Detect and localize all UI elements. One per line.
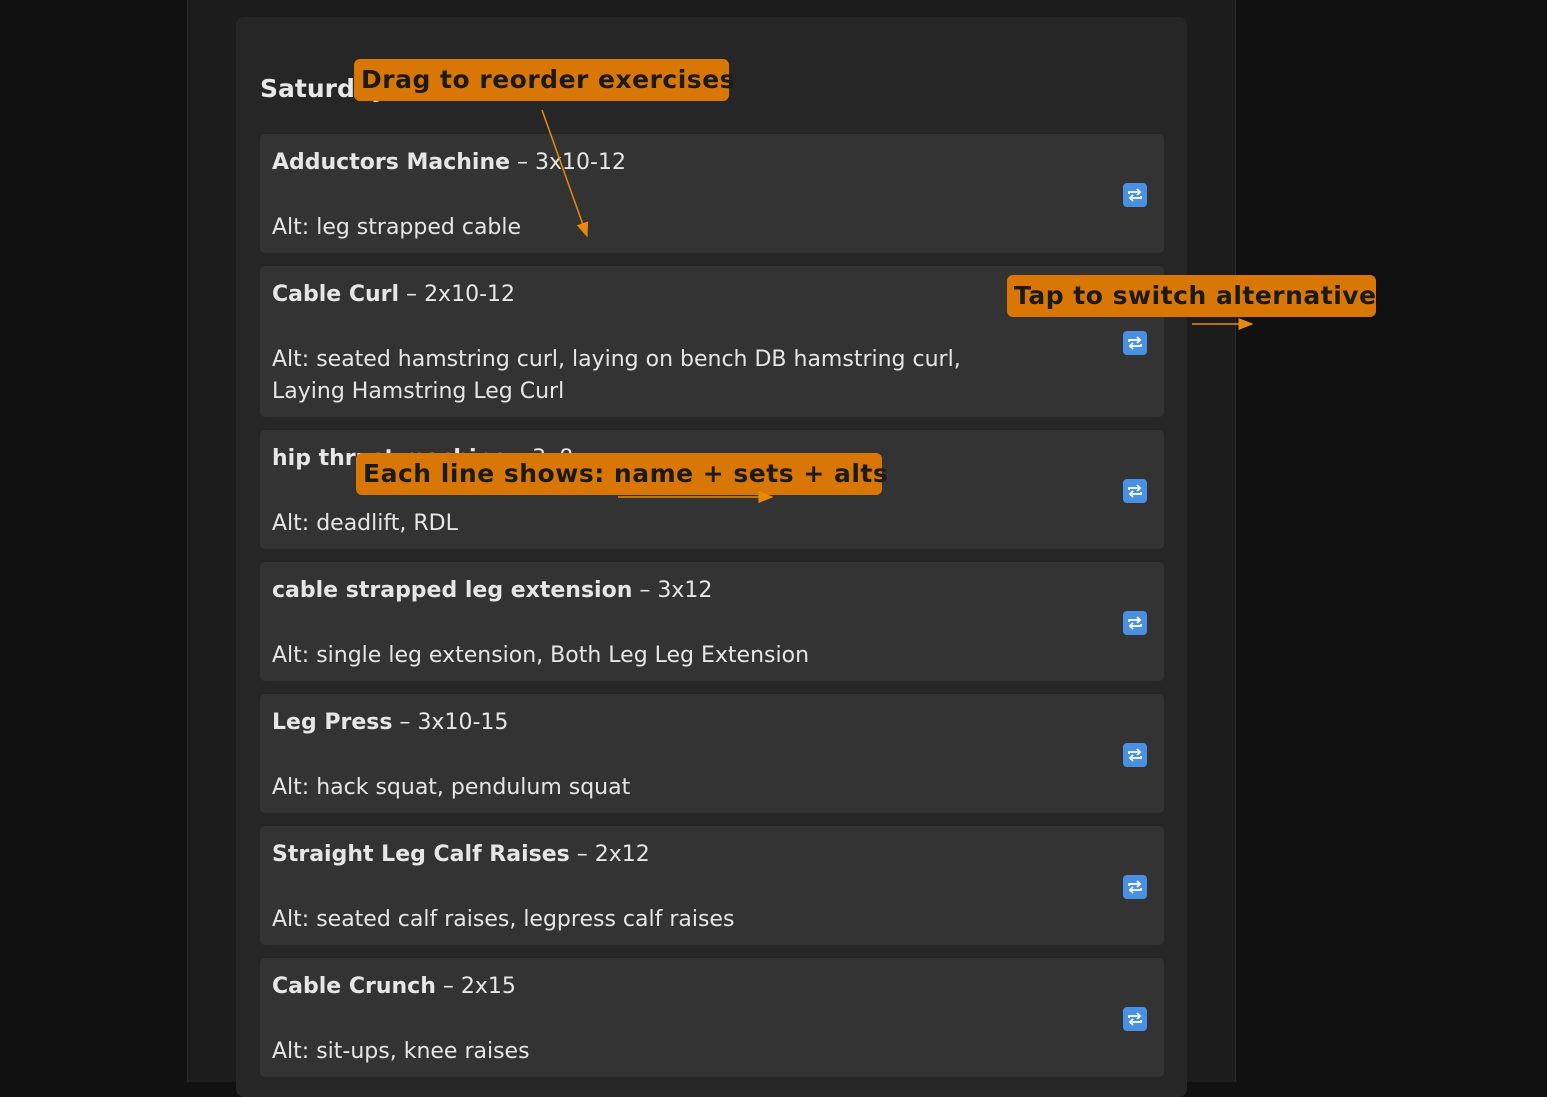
swap-arrows-icon [1126,880,1144,894]
alt-prefix: Alt: [272,215,317,240]
swap-arrows-icon [1126,336,1144,350]
exercise-card[interactable]: Leg Press – 3x10-15 Alt: hack squat, pen… [260,694,1164,813]
exercise-sets: 3x12 [657,578,713,603]
exercise-sets: 2x15 [460,974,516,999]
exercise-line: Leg Press – 3x10-15 [272,708,508,738]
alt-prefix: Alt: [272,907,317,932]
swap-arrows-icon [1126,1012,1144,1026]
swap-alternative-button[interactable] [1123,611,1147,635]
swap-alternative-button[interactable] [1123,875,1147,899]
swap-alternative-button[interactable] [1123,331,1147,355]
swap-alternative-button[interactable] [1123,479,1147,503]
exercise-name: Cable Crunch [272,974,436,999]
exercise-card[interactable]: cable strapped leg extension – 3x12 Alt:… [260,562,1164,681]
exercise-alt: Alt: single leg extension, Both Leg Leg … [272,640,1032,672]
exercise-name: Straight Leg Calf Raises [272,842,570,867]
swap-alternative-button[interactable] [1123,183,1147,207]
alt-list: hack squat, pendulum squat [316,775,631,800]
exercise-sets-separator: – [510,150,536,175]
exercise-sets-separator: – [569,842,595,867]
alt-prefix: Alt: [272,643,317,668]
alt-list: deadlift, RDL [316,511,458,536]
alt-prefix: Alt: [272,1039,317,1064]
each-line-callout: Each line shows: name + sets + alts [356,453,888,495]
alt-list: sit-ups, knee raises [316,1039,530,1064]
exercise-alt: Alt: seated hamstring curl, laying on be… [272,344,1032,408]
alt-list: single leg extension, Both Leg Leg Exten… [316,643,810,668]
tap-callout: Tap to switch alternative [1007,275,1376,317]
exercise-line: Cable Crunch – 2x15 [272,972,516,1002]
alt-list: seated calf raises, legpress calf raises [316,907,735,932]
swap-arrows-icon [1126,616,1144,630]
exercise-sets: 3x10-12 [535,150,626,175]
exercise-alt: Alt: seated calf raises, legpress calf r… [272,904,1032,936]
exercise-line: cable strapped leg extension – 3x12 [272,576,712,606]
alt-prefix: Alt: [272,511,317,536]
exercise-sets-separator: – [632,578,658,603]
exercise-sets: 3x10-15 [417,710,509,735]
swap-alternative-button[interactable] [1123,1007,1147,1031]
exercise-name: Adductors Machine [272,150,511,175]
exercise-card[interactable]: Straight Leg Calf Raises – 2x12 Alt: sea… [260,826,1164,945]
exercise-name: Cable Curl [272,282,400,307]
exercise-line: Adductors Machine – 3x10-12 [272,148,626,178]
alt-list: seated hamstring curl, laying on bench D… [272,347,961,404]
exercise-name: cable strapped leg extension [272,578,633,603]
exercise-alt: Alt: leg strapped cable [272,212,1032,244]
exercise-name: Leg Press [272,710,393,735]
exercise-sets: 2x12 [594,842,650,867]
exercise-sets-separator: – [435,974,461,999]
swap-arrows-icon [1126,748,1144,762]
exercise-sets-separator: – [399,282,425,307]
alt-prefix: Alt: [272,347,317,372]
drag-callout: Drag to reorder exercises [354,59,735,101]
exercise-card[interactable]: Cable Crunch – 2x15 Alt: sit-ups, knee r… [260,958,1164,1077]
swap-arrows-icon [1126,188,1144,202]
exercise-line: Straight Leg Calf Raises – 2x12 [272,840,650,870]
exercise-sets: 2x10-12 [424,282,516,307]
alt-prefix: Alt: [272,775,317,800]
exercise-sets-separator: – [392,710,418,735]
exercise-alt: Alt: deadlift, RDL [272,508,1032,540]
alt-list: leg strapped cable [316,215,522,240]
swap-arrows-icon [1126,484,1144,498]
exercise-alt: Alt: hack squat, pendulum squat [272,772,1032,804]
exercise-card[interactable]: Adductors Machine – 3x10-12 Alt: leg str… [260,134,1164,253]
exercise-line: Cable Curl – 2x10-12 [272,280,515,310]
swap-alternative-button[interactable] [1123,743,1147,767]
exercise-alt: Alt: sit-ups, knee raises [272,1036,1032,1068]
